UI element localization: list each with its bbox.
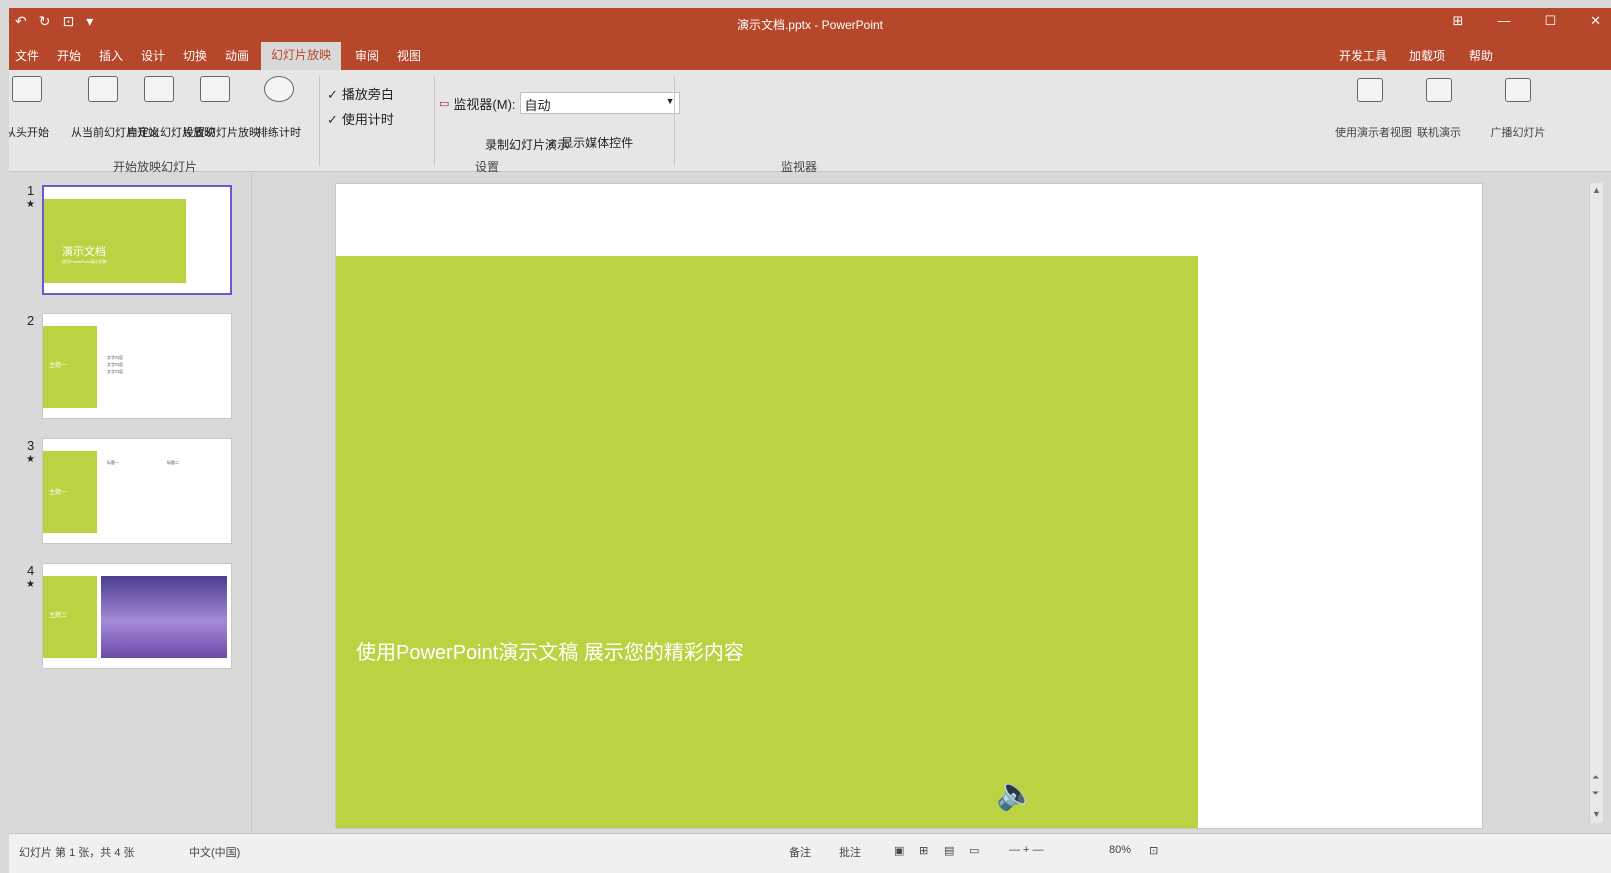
powerpoint-window: ↶ ↻ ⊡ ▾ 演示文档.pptx - PowerPoint ⊞ — ☐ ✕ 文… [9, 8, 1611, 873]
normal-view-icon[interactable]: ▣ [894, 844, 904, 857]
status-bar: 幻灯片 第 1 张，共 4 张 中文(中国) 备注 批注 ▣ ⊞ ▤ ▭ — +… [9, 833, 1611, 873]
thumbnail-title: 主题一 [49, 490, 68, 496]
slide-thumbnail-1[interactable]: 演示文档 使用PowerPoint演示文稿 [42, 185, 232, 295]
tab-review[interactable]: 审阅 [355, 47, 379, 64]
play-narration-checkbox[interactable]: ✓ 播放旁白 [327, 84, 394, 103]
stopwatch-icon [264, 76, 294, 102]
tab-slide-show[interactable]: 幻灯片放映 [261, 42, 342, 73]
tab-animations[interactable]: 动画 [225, 47, 249, 64]
globe-icon [1505, 78, 1531, 102]
slide-editing-area: 演示文档 使用PowerPoint演示文稿 展示您的精彩内容 🔈 ▲ ⏶ ⏷ ▼ [253, 173, 1611, 833]
tab-developer[interactable]: 开发工具 [1339, 47, 1387, 64]
tab-transitions[interactable]: 切换 [183, 47, 207, 64]
speaker-icon[interactable]: 🔈 [996, 774, 1036, 812]
monitor-select[interactable]: 自动 ▼ [519, 92, 680, 114]
tab-addins[interactable]: 加载项 [1409, 47, 1445, 64]
group-divider [674, 76, 675, 166]
use-timings-checkbox[interactable]: ✓ 使用计时 [327, 109, 394, 128]
tab-help[interactable]: 帮助 [1469, 47, 1493, 64]
zoom-slider[interactable]: — + — [1009, 844, 1044, 856]
checkmark-icon: ✓ [327, 112, 338, 127]
ribbon-display-options-icon[interactable]: ⊞ [1453, 13, 1464, 29]
title-bar: ↶ ↻ ⊡ ▾ 演示文档.pptx - PowerPoint ⊞ — ☐ ✕ [9, 8, 1611, 38]
setup-show-button[interactable]: 设置幻灯片放映 [183, 76, 260, 140]
comments-button[interactable]: 批注 [839, 844, 861, 860]
animation-star-icon: ★ [26, 199, 35, 210]
broadcast-button[interactable]: 广播幻灯片 [1483, 78, 1553, 140]
minimize-icon[interactable]: — [1497, 13, 1510, 29]
thumbnail-number: 1 [27, 183, 35, 198]
tab-insert[interactable]: 插入 [99, 47, 123, 64]
thumbnail-subtitle: 使用PowerPoint演示文稿 [62, 259, 107, 264]
thumbnail-title: 演示文档 [62, 246, 106, 258]
scroll-down-icon[interactable]: ▼ [1592, 809, 1601, 819]
language-indicator[interactable]: 中文(中国) [189, 844, 240, 860]
pen-slide-icon [144, 76, 174, 102]
presenter-view-icon [1357, 78, 1383, 102]
from-current-slide-button[interactable]: 从当前幻灯片开始 [71, 76, 159, 140]
slide-count: 幻灯片 第 1 张，共 4 张 [19, 847, 135, 859]
previous-slide-icon[interactable]: ⏶ [1592, 772, 1599, 783]
group-divider [434, 76, 435, 166]
group-divider [319, 76, 320, 166]
notes-button[interactable]: 备注 [789, 844, 811, 860]
record-slideshow-button[interactable]: 录制幻灯片演示 [485, 136, 569, 153]
close-icon[interactable]: ✕ [1590, 13, 1601, 29]
present-online-button[interactable]: 联机演示 [1404, 78, 1474, 140]
slide-subtitle[interactable]: 使用PowerPoint演示文稿 展示您的精彩内容 [356, 636, 744, 665]
monitor-label: 监视器(M): [453, 96, 516, 112]
ribbon: 从头开始 从当前幻灯片开始 自定义幻灯片放映 设置幻灯片放映 排练计时 ✓ 播放旁… [9, 70, 1611, 174]
slide-green-block [336, 256, 1198, 828]
animation-star-icon: ★ [26, 454, 35, 465]
setup-slideshow-icon [200, 76, 230, 102]
slide-thumbnail-2[interactable]: 主题一 文字内容 文字内容 文字内容 [42, 313, 232, 419]
thumbnail-line: 文字内容 [107, 362, 123, 367]
slide-thumbnail-4[interactable]: 主题三 [42, 563, 232, 669]
scroll-up-icon[interactable]: ▲ [1592, 185, 1601, 195]
tab-home[interactable]: 开始 [57, 47, 81, 64]
thumbnail-line: 标题一 [107, 460, 119, 465]
zoom-level[interactable]: 80% [1109, 844, 1131, 856]
next-slide-icon[interactable]: ⏷ [1592, 788, 1599, 799]
vertical-scrollbar[interactable]: ▲ ⏶ ⏷ ▼ [1589, 183, 1603, 823]
thumbnail-line: 标题二 [167, 460, 179, 465]
fit-slide-icon[interactable]: ⊡ [1149, 844, 1158, 857]
thumbnail-title: 主题一 [49, 363, 68, 369]
animation-star-icon: ★ [26, 579, 35, 590]
thumbnail-number: 2 [27, 313, 35, 328]
maximize-icon[interactable]: ☐ [1544, 13, 1556, 29]
from-beginning-button[interactable]: 从头开始 [9, 76, 59, 140]
thumbnail-green-block [44, 199, 186, 283]
tab-view[interactable]: 视图 [397, 47, 421, 64]
slideshow-start-icon [12, 76, 42, 102]
thumbnail-text: 文字内容 文字内容 文字内容 [107, 354, 123, 375]
monitor-icon: ▭ [439, 97, 450, 110]
current-slide[interactable]: 演示文档 使用PowerPoint演示文稿 展示您的精彩内容 🔈 [335, 183, 1483, 829]
presenter-view-button[interactable]: 使用演示者视图 [1335, 78, 1412, 140]
slide-sorter-icon[interactable]: ⊞ [919, 844, 928, 857]
slideshow-view-icon[interactable]: ▭ [969, 844, 979, 857]
thumbnail-title: 主题三 [49, 613, 68, 619]
thumbnail-line: 文字内容 [107, 369, 123, 374]
tab-design[interactable]: 设计 [141, 47, 165, 64]
window-title: 演示文档.pptx - PowerPoint [736, 18, 884, 32]
slide-thumbnail-3[interactable]: 主题一 标题一 标题二 [42, 438, 232, 544]
ribbon-tab-bar: 文件 开始 插入 设计 切换 动画 幻灯片放映 审阅 视图 开发工具 加载项 帮… [9, 38, 1611, 73]
reading-view-icon[interactable]: ▤ [944, 844, 954, 857]
thumbnail-number: 3 [27, 438, 35, 453]
custom-show-button[interactable]: 自定义幻灯片放映 [127, 76, 215, 140]
lighthouse-photo [101, 576, 227, 658]
monitor-row: ▭ 监视器(M): 自动 ▼ [439, 92, 680, 114]
slide-thumbnails-pane: 1 ★ 演示文档 使用PowerPoint演示文稿 2 主题一 文字内容 文字内… [9, 173, 252, 833]
window-controls: ⊞ — ☐ ✕ [1453, 13, 1601, 29]
checkmark-icon: ✓ [327, 87, 338, 102]
rehearse-timings-button[interactable]: 排练计时 [247, 76, 311, 140]
present-online-icon [1426, 78, 1452, 102]
tab-file[interactable]: 文件 [15, 47, 39, 64]
thumbnail-line: 文字内容 [107, 355, 123, 360]
thumbnail-number: 4 [27, 563, 35, 578]
slide-title[interactable]: 演示文档 [1204, 514, 1482, 619]
projector-icon [88, 76, 118, 102]
